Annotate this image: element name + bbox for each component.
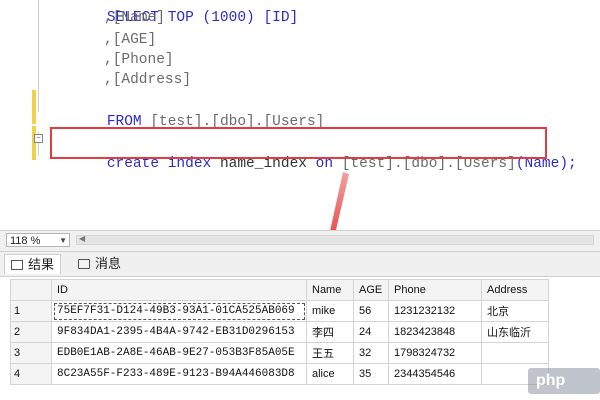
highlight-box — [50, 127, 547, 159]
horizontal-scrollbar[interactable]: ◀ — [76, 234, 594, 245]
cell-address[interactable] — [481, 342, 549, 364]
chevron-down-icon: ▼ — [59, 236, 67, 245]
cell-id[interactable]: 9F834DA1-2395-4B4A-9742-EB31D0296153 — [51, 321, 307, 343]
cell-address[interactable]: 北京 — [481, 300, 549, 322]
row-number: 3 — [10, 342, 52, 364]
fold-toggle-icon[interactable]: − — [34, 134, 43, 143]
cell-name[interactable]: alice — [306, 363, 354, 385]
code-line-phone: ,[Phone] — [104, 52, 174, 68]
table-row[interactable]: 1 75EF7F31-D124-49B3-93A1-01CA525AB069 m… — [10, 300, 549, 322]
zoom-dropdown[interactable]: 118 % ▼ — [6, 233, 70, 247]
cell-phone[interactable]: 1798324732 — [388, 342, 482, 364]
cell-age[interactable]: 56 — [353, 300, 389, 322]
column-header-name[interactable]: Name — [306, 279, 354, 301]
cell-phone[interactable]: 1823423848 — [388, 321, 482, 343]
cell-address[interactable]: 山东临沂 — [481, 321, 549, 343]
row-number: 4 — [10, 363, 52, 385]
table-row[interactable]: 2 9F834DA1-2395-4B4A-9742-EB31D0296153 李… — [10, 321, 549, 343]
code-line-address: ,[Address] — [104, 72, 192, 88]
row-number: 1 — [10, 300, 52, 322]
cell-age[interactable]: 32 — [353, 342, 389, 364]
column-header-age[interactable]: AGE — [353, 279, 389, 301]
scroll-left-icon[interactable]: ◀ — [79, 234, 85, 243]
row-number: 2 — [10, 321, 52, 343]
code-line-age: ,[AGE] — [104, 32, 157, 48]
cell-id[interactable]: 75EF7F31-D124-49B3-93A1-01CA525AB069 — [51, 300, 307, 322]
editor-status-bar: 118 % ▼ ◀ — [0, 230, 600, 252]
cell-id[interactable]: EDB0E1AB-2A8E-46AB-9E27-053B3F85A05E — [51, 342, 307, 364]
code-line-select: SELECT TOP (1000) [ID] — [106, 10, 299, 26]
cell-name[interactable]: mike — [306, 300, 354, 322]
table-row[interactable]: 3 EDB0E1AB-2A8E-46AB-9E27-053B3F85A05E 王… — [10, 342, 549, 364]
column-header-id[interactable]: ID — [51, 279, 307, 301]
tab-messages[interactable]: 消息 — [72, 254, 127, 274]
change-marker — [32, 126, 36, 160]
results-table: ID Name AGE Phone Address 1 75EF7F31-D12… — [10, 279, 549, 385]
cell-phone[interactable]: 1231232132 — [388, 300, 482, 322]
fold-guide — [38, 0, 39, 112]
code-line-from: FROM [test].[dbo].[Users] — [72, 92, 325, 130]
cell-id[interactable]: 8C23A55F-F233-489E-9123-B94A446083D8 — [51, 363, 307, 385]
watermark-logo: php — [536, 372, 566, 389]
row-number-header — [10, 279, 52, 301]
change-marker — [32, 90, 36, 124]
cell-name[interactable]: 李四 — [306, 321, 354, 343]
cell-age[interactable]: 24 — [353, 321, 389, 343]
cell-name[interactable]: 王五 — [306, 342, 354, 364]
table-row[interactable]: 4 8C23A55F-F233-489E-9123-B94A446083D8 a… — [10, 363, 549, 385]
message-icon — [78, 259, 90, 269]
results-tabs: 结果 消息 — [0, 252, 600, 277]
code-line-name: ,[Name] — [104, 10, 165, 26]
cell-phone[interactable]: 2344354546 — [388, 363, 482, 385]
column-header-phone[interactable]: Phone — [388, 279, 482, 301]
query-editor[interactable]: − SELECT TOP (1000) [ID] ,[Name] ,[AGE] … — [0, 0, 600, 230]
tab-results[interactable]: 结果 — [4, 254, 62, 274]
column-header-address[interactable]: Address — [481, 279, 549, 301]
editor-gutter — [0, 0, 36, 230]
results-grid: ID Name AGE Phone Address 1 75EF7F31-D12… — [0, 277, 600, 400]
grid-icon — [11, 260, 23, 270]
cell-age[interactable]: 35 — [353, 363, 389, 385]
